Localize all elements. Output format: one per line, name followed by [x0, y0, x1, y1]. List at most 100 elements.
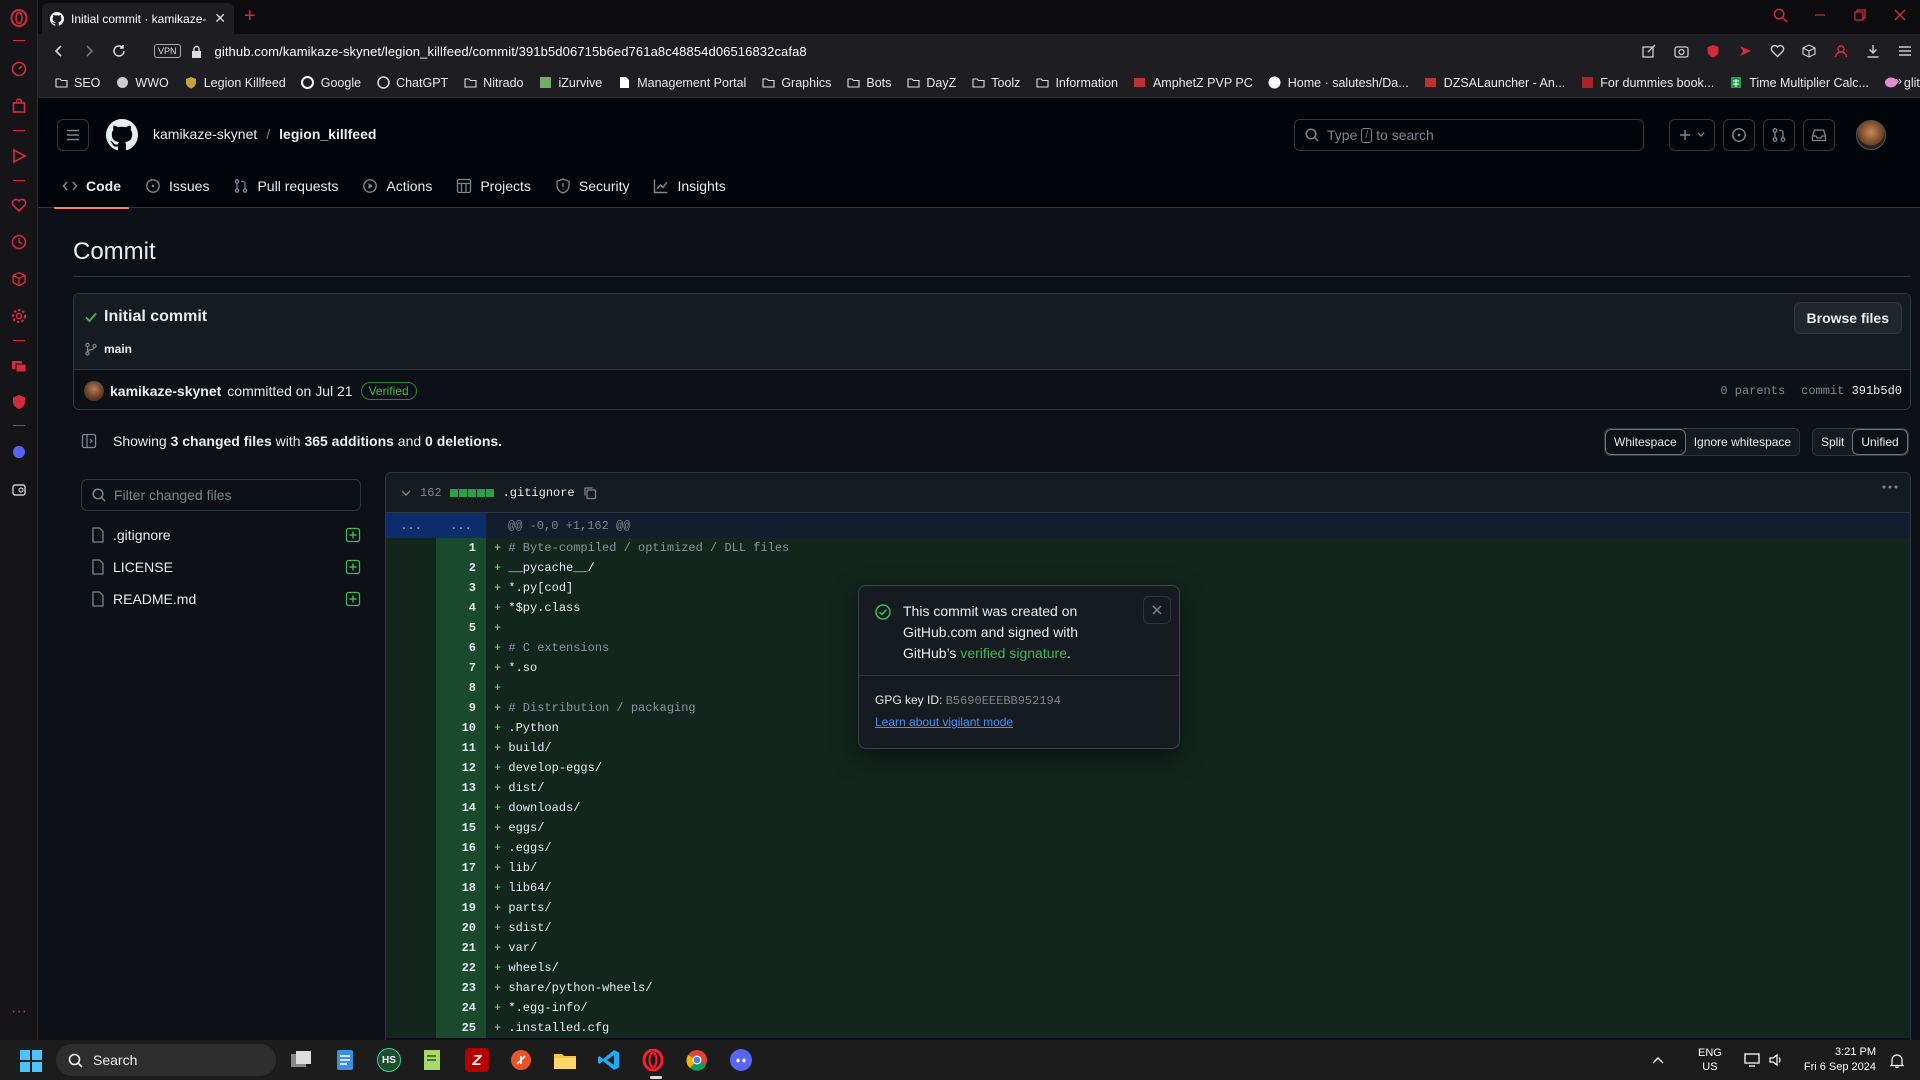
- new-line-number[interactable]: 9: [436, 698, 486, 718]
- opera-logo-icon[interactable]: [9, 8, 29, 28]
- new-line-number[interactable]: 5: [436, 618, 486, 638]
- windows-start-icon[interactable]: [20, 1050, 42, 1072]
- bookmark-item[interactable]: DayZ: [906, 76, 956, 90]
- new-line-number[interactable]: 22: [436, 958, 486, 978]
- avatar[interactable]: [1856, 120, 1886, 150]
- bookmark-item[interactable]: Home · salutesh/Da...: [1268, 76, 1409, 90]
- filezilla-icon[interactable]: Z: [465, 1048, 489, 1072]
- tab-security[interactable]: Security: [547, 164, 638, 208]
- file-tree-item[interactable]: README.md: [91, 586, 361, 612]
- flow-icon[interactable]: [1736, 38, 1754, 64]
- filter-files-input[interactable]: Filter changed files: [81, 479, 361, 511]
- bookmark-item[interactable]: WWO: [115, 76, 169, 90]
- new-line-number[interactable]: 16: [436, 838, 486, 858]
- bookmark-item[interactable]: Nitrado: [463, 76, 523, 90]
- expand-up-button[interactable]: ...: [386, 513, 436, 538]
- new-line-number[interactable]: 7: [436, 658, 486, 678]
- issues-button[interactable]: [1723, 119, 1755, 151]
- folders-icon[interactable]: [9, 356, 29, 376]
- taskbar-search[interactable]: Search: [56, 1044, 276, 1076]
- url-field[interactable]: github.com/kamikaze-skynet/legion_killfe…: [215, 44, 807, 59]
- close-window-button[interactable]: [1880, 9, 1920, 21]
- bookmark-item[interactable]: iZurvive: [538, 76, 602, 90]
- edit-icon[interactable]: [1640, 38, 1658, 64]
- new-line-number[interactable]: 25: [436, 1018, 486, 1038]
- branch-name[interactable]: main: [104, 342, 132, 356]
- new-line-number[interactable]: 10: [436, 718, 486, 738]
- browse-files-button[interactable]: Browse files: [1793, 302, 1902, 334]
- bookmark-heart-icon[interactable]: [1768, 38, 1786, 64]
- language-indicator[interactable]: ENG US: [1698, 1046, 1722, 1074]
- new-tab-button[interactable]: +: [244, 5, 256, 28]
- file-tree-item[interactable]: .gitignore: [91, 522, 361, 548]
- new-line-number[interactable]: 19: [436, 898, 486, 918]
- speed-dial-icon[interactable]: [9, 59, 29, 79]
- new-line-number[interactable]: 15: [436, 818, 486, 838]
- snapshot-icon[interactable]: [1672, 38, 1690, 64]
- new-line-number[interactable]: 6: [436, 638, 486, 658]
- bookmark-item[interactable]: Management Portal: [617, 76, 746, 90]
- discord-icon[interactable]: [729, 1048, 753, 1072]
- repo-link[interactable]: legion_killfeed: [279, 126, 376, 142]
- verified-badge[interactable]: Verified: [360, 382, 417, 400]
- bookmark-item[interactable]: Legion Killfeed: [184, 76, 286, 90]
- vpn-badge[interactable]: VPN: [154, 44, 181, 58]
- menu-button[interactable]: [57, 119, 89, 151]
- clock[interactable]: 3:21 PM Fri 6 Sep 2024: [1804, 1045, 1876, 1075]
- new-line-number[interactable]: 1: [436, 538, 486, 558]
- notepad-icon[interactable]: [333, 1048, 357, 1072]
- bookmark-item[interactable]: Bots: [846, 76, 891, 90]
- bookmark-item[interactable]: Toolz: [971, 76, 1020, 90]
- tab-projects[interactable]: Projects: [448, 164, 539, 208]
- settings-icon[interactable]: [9, 306, 29, 326]
- player-icon[interactable]: [9, 146, 29, 166]
- create-new-button[interactable]: [1669, 119, 1715, 151]
- search-tabs-icon[interactable]: [1760, 8, 1800, 23]
- new-line-number[interactable]: 8: [436, 678, 486, 698]
- bookmark-item[interactable]: Time Multiplier Calc...: [1729, 76, 1869, 90]
- copy-icon[interactable]: [583, 486, 597, 500]
- tab-close-icon[interactable]: ✕: [214, 10, 226, 27]
- vpn-shield-icon[interactable]: [9, 392, 29, 412]
- wallet-icon[interactable]: [9, 480, 29, 500]
- new-line-number[interactable]: 24: [436, 998, 486, 1018]
- whitespace-option[interactable]: Whitespace: [1605, 429, 1686, 455]
- inbox-button[interactable]: [1803, 119, 1835, 151]
- easy-setup-icon[interactable]: [1896, 38, 1914, 64]
- tab-insights[interactable]: Insights: [645, 164, 733, 208]
- new-line-number[interactable]: 4: [436, 598, 486, 618]
- file-explorer-icon[interactable]: [553, 1048, 577, 1072]
- verified-signature-link[interactable]: verified signature: [960, 645, 1067, 661]
- tab-actions[interactable]: Actions: [354, 164, 440, 208]
- bookmark-item[interactable]: DZSALauncher - An...: [1424, 76, 1565, 90]
- tab-active[interactable]: Initial commit · kamikaze-s ✕: [42, 3, 234, 34]
- shopping-bag-icon[interactable]: [9, 96, 29, 116]
- file-tree-toggle-icon[interactable]: [73, 425, 105, 457]
- adblock-shield-icon[interactable]: [1704, 38, 1722, 64]
- bookmark-item[interactable]: ChatGPT: [376, 76, 448, 90]
- bookmark-item[interactable]: SEO: [54, 76, 100, 90]
- extension-cube-icon[interactable]: [1800, 38, 1818, 64]
- volume-icon[interactable]: [1768, 1053, 1784, 1067]
- network-icon[interactable]: [1744, 1053, 1760, 1067]
- new-line-number[interactable]: 3: [436, 578, 486, 598]
- chrome-icon[interactable]: [685, 1048, 709, 1072]
- unified-option[interactable]: Unified: [1852, 429, 1908, 455]
- close-icon[interactable]: [1143, 596, 1171, 624]
- bookmark-item[interactable]: Information: [1035, 76, 1118, 90]
- new-line-number[interactable]: 11: [436, 738, 486, 758]
- new-line-number[interactable]: 20: [436, 918, 486, 938]
- notifications-bell-icon[interactable]: [1890, 1053, 1904, 1068]
- new-line-number[interactable]: 21: [436, 938, 486, 958]
- new-line-number[interactable]: 14: [436, 798, 486, 818]
- more-options-icon[interactable]: [1882, 485, 1898, 489]
- tab-code[interactable]: Code: [54, 164, 129, 209]
- split-option[interactable]: Split: [1813, 429, 1853, 455]
- downloads-icon[interactable]: [1864, 38, 1882, 64]
- hs-app-icon[interactable]: HS: [377, 1048, 401, 1072]
- lock-icon[interactable]: [191, 45, 202, 58]
- bookmarks-overflow-icon[interactable]: »: [1895, 74, 1902, 88]
- notepadpp-icon[interactable]: [421, 1048, 445, 1072]
- vigilant-mode-link[interactable]: Learn about vigilant mode: [875, 715, 1013, 729]
- file-tree-item[interactable]: LICENSE: [91, 554, 361, 580]
